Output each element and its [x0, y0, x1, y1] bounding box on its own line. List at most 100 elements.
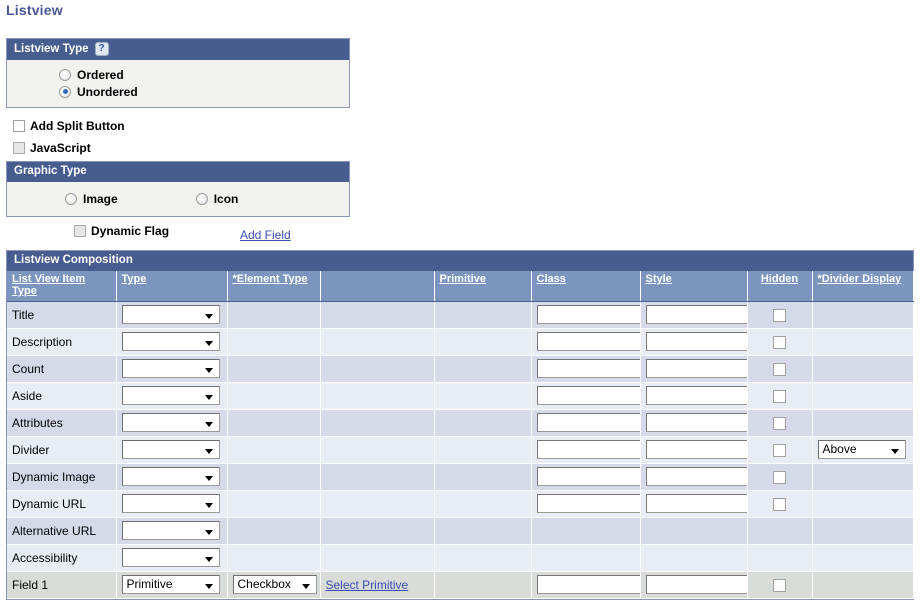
radio-ordered-icon[interactable]: [59, 68, 71, 81]
type-select[interactable]: [121, 467, 220, 486]
select-primitive-link[interactable]: Select Primitive: [326, 578, 409, 592]
class-input[interactable]: [536, 575, 639, 594]
style-input[interactable]: [645, 386, 746, 405]
dynamic-flag-checkbox-row[interactable]: Dynamic Flag: [74, 224, 169, 238]
cell-divider-display: [812, 328, 914, 356]
radio-unordered-icon[interactable]: [59, 85, 71, 98]
cell-select-primitive: [320, 355, 435, 383]
class-input[interactable]: [536, 386, 639, 405]
cell-divider-display: [812, 517, 914, 545]
cell-style: [640, 355, 748, 383]
col-header-divider-display[interactable]: *Divider Display: [812, 271, 914, 302]
type-select[interactable]: [121, 305, 220, 324]
style-input[interactable]: [645, 467, 746, 486]
style-input[interactable]: [645, 359, 746, 378]
radio-option-ordered[interactable]: Ordered: [59, 66, 349, 83]
radio-option-icon[interactable]: Icon: [195, 190, 238, 207]
type-select[interactable]: [121, 386, 220, 405]
javascript-checkbox-row[interactable]: JavaScript: [13, 141, 91, 155]
type-select[interactable]: [121, 521, 220, 540]
radio-option-unordered[interactable]: Unordered: [59, 83, 349, 100]
class-input[interactable]: [536, 305, 639, 324]
cell-class: [531, 436, 641, 464]
graphic-type-header-label: Graphic Type: [14, 165, 87, 177]
cell-primitive: [434, 301, 532, 329]
cell-select-primitive: Select Primitive: [320, 571, 435, 599]
style-input[interactable]: [645, 440, 746, 459]
style-input[interactable]: [645, 332, 746, 351]
class-input[interactable]: [536, 440, 639, 459]
col-header-element-type-label[interactable]: *Element Type: [233, 273, 308, 285]
class-input[interactable]: [536, 494, 639, 513]
dynamic-flag-checkbox[interactable]: [74, 225, 86, 237]
add-split-button-checkbox[interactable]: [13, 120, 25, 132]
col-header-type[interactable]: Type: [116, 271, 228, 302]
col-header-list-view-item-type-label[interactable]: List View Item Type: [12, 273, 85, 297]
col-header-hidden[interactable]: Hidden: [747, 271, 813, 302]
radio-image-label: Image: [83, 191, 118, 206]
class-input[interactable]: [536, 359, 639, 378]
class-input[interactable]: [536, 467, 639, 486]
cell-type: [116, 490, 228, 518]
cell-style: [640, 382, 748, 410]
style-input[interactable]: [645, 413, 746, 432]
cell-list-view-item-type: Dynamic Image: [7, 463, 117, 491]
hidden-checkbox[interactable]: [773, 335, 786, 349]
col-header-element-type[interactable]: *Element Type: [227, 271, 321, 302]
listview-type-body: Ordered Unordered: [7, 60, 349, 107]
help-question-icon[interactable]: ?: [94, 42, 109, 56]
cell-list-view-item-type: Dynamic URL: [7, 490, 117, 518]
list-view-item-type-label: Dynamic Image: [12, 469, 96, 484]
add-split-button-checkbox-row[interactable]: Add Split Button: [13, 119, 125, 133]
col-header-class[interactable]: Class: [531, 271, 641, 302]
type-select[interactable]: [121, 413, 220, 432]
type-select[interactable]: Primitive: [121, 575, 220, 594]
cell-style: [640, 571, 748, 599]
class-input[interactable]: [536, 332, 639, 351]
javascript-checkbox[interactable]: [13, 142, 25, 154]
col-header-style-label[interactable]: Style: [646, 273, 672, 285]
radio-option-image[interactable]: Image: [65, 190, 118, 207]
page-root: Listview Listview Type ? Ordered Unorder…: [0, 0, 920, 606]
cell-divider-display: [812, 301, 914, 329]
col-header-hidden-label[interactable]: Hidden: [761, 273, 798, 285]
type-select[interactable]: [121, 548, 220, 567]
col-header-list-view-item-type[interactable]: List View Item Type: [7, 271, 117, 302]
col-header-style[interactable]: Style: [640, 271, 748, 302]
col-header-type-label[interactable]: Type: [122, 273, 147, 285]
type-select[interactable]: [121, 359, 220, 378]
radio-icon-icon[interactable]: [195, 192, 208, 205]
col-header-primitive-label[interactable]: Primitive: [440, 273, 486, 285]
type-select[interactable]: [121, 440, 220, 459]
cell-element-type: [227, 301, 321, 329]
add-field-link[interactable]: Add Field: [240, 228, 291, 242]
cell-hidden: [747, 517, 813, 545]
hidden-checkbox[interactable]: [773, 416, 786, 430]
class-input[interactable]: [536, 413, 639, 432]
cell-element-type: [227, 355, 321, 383]
hidden-checkbox[interactable]: [773, 362, 786, 376]
col-header-divider-display-label[interactable]: *Divider Display: [818, 273, 902, 285]
cell-type: [116, 517, 228, 545]
style-input[interactable]: [645, 494, 746, 513]
col-header-class-label[interactable]: Class: [537, 273, 566, 285]
list-view-item-type-label: Dynamic URL: [12, 496, 87, 511]
radio-image-icon[interactable]: [65, 192, 77, 205]
style-input[interactable]: [645, 305, 746, 324]
cell-hidden: [747, 544, 813, 572]
hidden-checkbox[interactable]: [773, 470, 786, 484]
hidden-checkbox[interactable]: [773, 497, 786, 511]
divider-display-select[interactable]: Above: [817, 440, 906, 459]
style-input[interactable]: [645, 575, 746, 594]
hidden-checkbox[interactable]: [773, 308, 786, 322]
element-type-select[interactable]: Checkbox: [232, 575, 317, 594]
type-select[interactable]: [121, 494, 220, 513]
hidden-checkbox[interactable]: [773, 578, 786, 592]
type-select[interactable]: [121, 332, 220, 351]
hidden-checkbox[interactable]: [773, 389, 786, 403]
cell-type: [116, 355, 228, 383]
hidden-checkbox[interactable]: [773, 443, 786, 457]
cell-hidden: [747, 301, 813, 329]
cell-select-primitive: [320, 301, 435, 329]
col-header-primitive[interactable]: Primitive: [434, 271, 532, 302]
